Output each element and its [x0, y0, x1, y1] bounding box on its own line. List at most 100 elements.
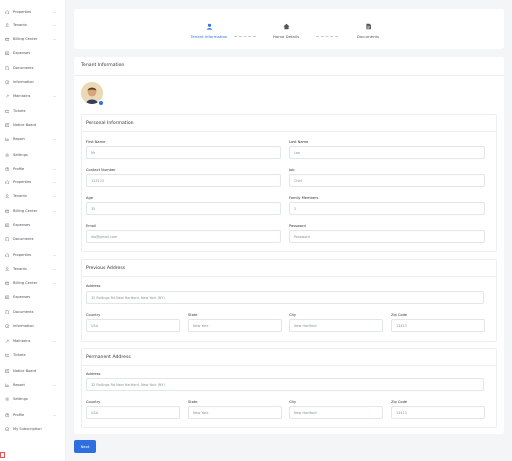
- user-icon: [206, 23, 213, 30]
- address-field[interactable]: 32 Rollings Rd New Hartford, New York (N…: [86, 378, 484, 391]
- profile-icon: [4, 167, 10, 172]
- document-icon: [4, 236, 10, 242]
- divider: [82, 365, 496, 366]
- family-members-field[interactable]: 2: [289, 202, 485, 215]
- sidebar-item-label: Notice Board: [13, 123, 37, 127]
- billing-icon: [4, 37, 10, 42]
- sidebar-item-tickets[interactable]: Tickets: [4, 350, 62, 360]
- city-field[interactable]: New Hartford: [289, 319, 383, 332]
- chevron-down-icon[interactable]: [52, 339, 56, 343]
- email-field[interactable]: leo@gmail.com: [86, 230, 281, 243]
- sidebar-item-label: Report: [13, 137, 25, 141]
- sidebar-item-maintains[interactable]: Maintains: [4, 91, 62, 101]
- chevron-down-icon[interactable]: [52, 281, 56, 285]
- chevron-down-icon[interactable]: [52, 413, 56, 417]
- step-tenant-information[interactable]: Tenant Information: [179, 23, 239, 39]
- step-home-details[interactable]: Home Details: [256, 23, 316, 39]
- notice-icon: [4, 369, 10, 374]
- section-title: Personal Information: [86, 121, 134, 126]
- step-documents[interactable]: Documents: [338, 23, 398, 39]
- sidebar-item-expenses[interactable]: Expenses: [4, 48, 62, 58]
- sidebar-item-tenants[interactable]: Tenants: [4, 264, 62, 274]
- sidebar-item-billing-center[interactable]: Billing Center: [4, 278, 62, 288]
- state-field[interactable]: New York: [188, 406, 282, 419]
- password-field[interactable]: Password: [289, 230, 485, 243]
- sidebar-item-properties[interactable]: Properties: [4, 7, 62, 17]
- zip-code-field[interactable]: 13413: [391, 319, 485, 332]
- sidebar-item-documents[interactable]: Documents: [4, 63, 62, 73]
- age-label: Age: [86, 196, 93, 200]
- sidebar-item-profile[interactable]: Profile: [4, 410, 62, 420]
- chevron-down-icon[interactable]: [52, 209, 56, 213]
- sidebar-item-expenses[interactable]: Expenses: [4, 292, 62, 302]
- chevron-down-icon[interactable]: [52, 180, 56, 184]
- sidebar-item-properties[interactable]: Properties: [4, 177, 62, 187]
- sidebar-item-my-subscription[interactable]: My Subscription: [4, 424, 62, 434]
- user-icon: [4, 267, 10, 272]
- chevron-down-icon[interactable]: [52, 194, 56, 198]
- contact-number-field[interactable]: 123123: [86, 174, 281, 187]
- sidebar-item-maintains[interactable]: Maintains: [4, 336, 62, 346]
- sidebar-item-properties[interactable]: Properties: [4, 250, 62, 260]
- job-field[interactable]: Chef: [289, 174, 485, 187]
- ticket-icon: [4, 109, 10, 114]
- sidebar-item-label: Report: [13, 383, 25, 387]
- chevron-down-icon[interactable]: [52, 267, 56, 271]
- sidebar-item-notice-board[interactable]: Notice Board: [4, 366, 62, 376]
- sidebar-item-notice-board[interactable]: Notice Board: [4, 120, 62, 130]
- home-icon: [282, 23, 290, 30]
- sidebar-item-settings[interactable]: Settings: [4, 394, 62, 404]
- report-icon: [4, 137, 10, 142]
- chevron-down-icon[interactable]: [52, 23, 56, 27]
- address-field[interactable]: 32 Rollings Rd New Hartford, New York (N…: [86, 291, 484, 304]
- sidebar-item-label: Properties: [13, 10, 32, 14]
- address-label: Address: [86, 284, 101, 288]
- divider: [74, 75, 504, 76]
- avatar-edit-icon[interactable]: [98, 100, 104, 106]
- chevron-down-icon[interactable]: [52, 167, 56, 171]
- sidebar-item-billing-center[interactable]: Billing Center: [4, 34, 62, 44]
- home-icon: [4, 252, 10, 258]
- sidebar-item-tickets[interactable]: Tickets: [4, 106, 62, 116]
- sidebar-item-report[interactable]: Report: [4, 380, 62, 390]
- ticket-icon: [4, 353, 10, 358]
- sidebar-item-information[interactable]: Information: [4, 77, 62, 87]
- zip-code-field[interactable]: 13413: [391, 406, 485, 419]
- first-name-field[interactable]: Mr: [86, 146, 281, 159]
- sidebar-item-report[interactable]: Report: [4, 134, 62, 144]
- chevron-down-icon[interactable]: [52, 253, 56, 257]
- section-title: Previous Address: [86, 266, 126, 271]
- sidebar-item-label: Billing Center: [13, 37, 38, 41]
- sidebar-item-documents[interactable]: Documents: [4, 234, 62, 244]
- chevron-down-icon[interactable]: [52, 37, 56, 41]
- sidebar-item-label: Documents: [13, 310, 34, 314]
- sidebar-item-profile[interactable]: Profile: [4, 164, 62, 174]
- country-field[interactable]: USA: [86, 406, 180, 419]
- chevron-down-icon[interactable]: [52, 10, 56, 14]
- chevron-down-icon[interactable]: [52, 137, 56, 141]
- chevron-down-icon[interactable]: [52, 94, 56, 98]
- personal-information-section: Personal Information First Name Mr Last …: [81, 114, 497, 252]
- sidebar-item-documents[interactable]: Documents: [4, 307, 62, 317]
- zip-code-label: Zip Code: [391, 400, 408, 404]
- sidebar-item-expenses[interactable]: Expenses: [4, 220, 62, 230]
- country-field[interactable]: USA: [86, 319, 180, 332]
- last-name-field[interactable]: Leo: [289, 146, 485, 159]
- sidebar-item-settings[interactable]: Settings: [4, 150, 62, 160]
- main-content: Tenant Information Home Details Document…: [66, 0, 512, 461]
- sidebar-item-label: Documents: [13, 66, 34, 70]
- city-field[interactable]: New Hartford: [289, 406, 383, 419]
- divider: [82, 276, 496, 277]
- age-field[interactable]: 35: [86, 202, 281, 215]
- sidebar-item-label: Settings: [13, 153, 28, 157]
- next-button[interactable]: Next: [74, 440, 96, 453]
- sidebar-item-information[interactable]: Information: [4, 321, 62, 331]
- state-label: State: [188, 313, 198, 317]
- sidebar-item-label: Billing Center: [13, 209, 38, 213]
- user-icon: [4, 194, 10, 199]
- chevron-down-icon[interactable]: [52, 383, 56, 387]
- sidebar-item-tenants[interactable]: Tenants: [4, 191, 62, 201]
- sidebar-item-tenants[interactable]: Tenants: [4, 20, 62, 30]
- state-field[interactable]: New York: [188, 319, 282, 332]
- sidebar-item-billing-center[interactable]: Billing Center: [4, 206, 62, 216]
